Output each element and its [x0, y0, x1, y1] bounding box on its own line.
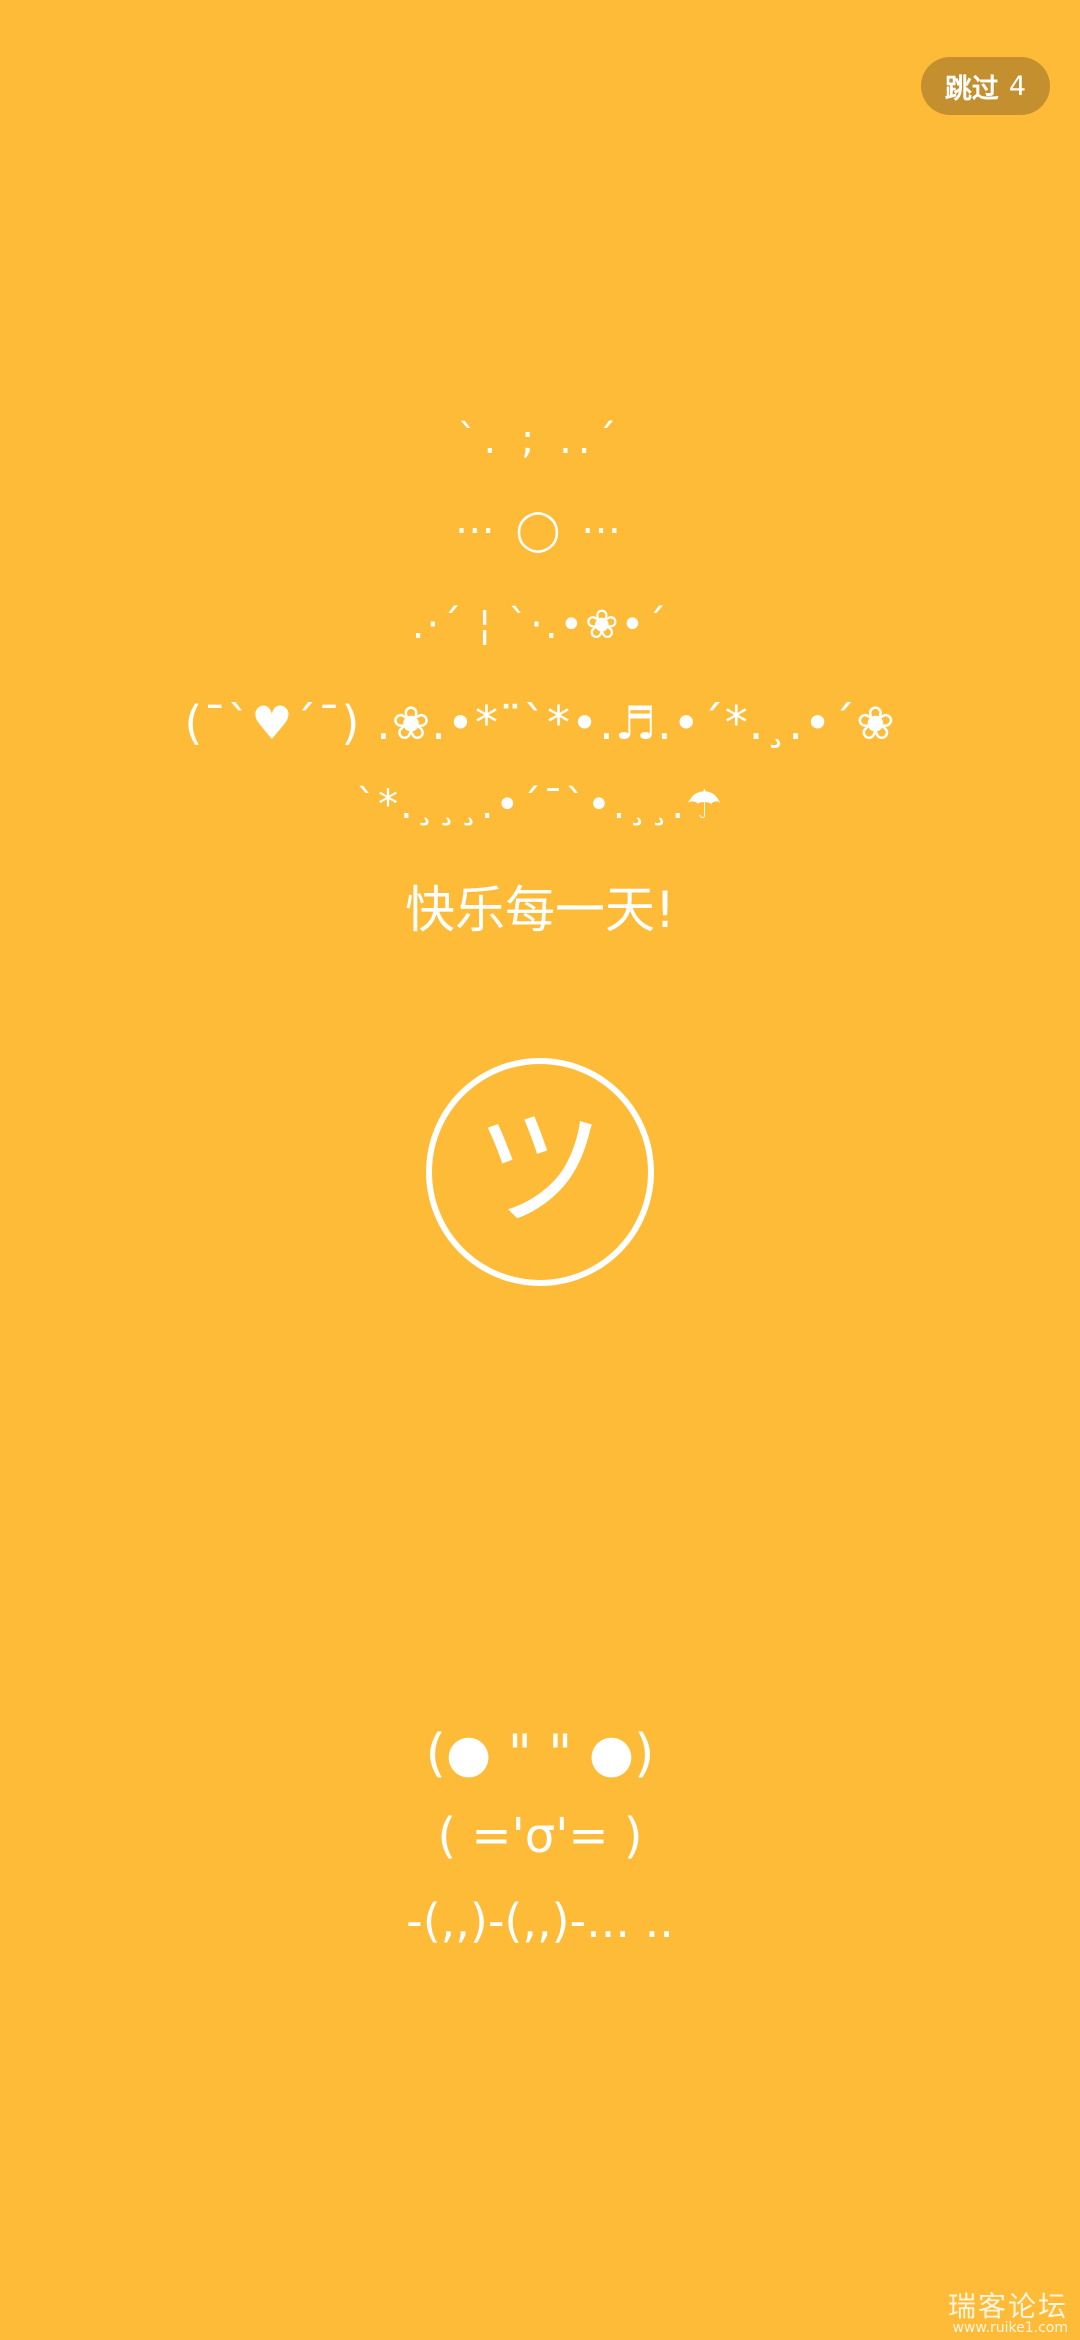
splash-screen: 跳过 4 `. ; ..´ ⋯ ◯ ⋯ .·´ ¦ `·.•❀•´ (¯`♥´¯…: [0, 0, 1080, 2340]
art-line-heart: (¯`♥´¯) .❀.•*¨`*•.♬.•´*.¸.•´❀: [184, 696, 896, 750]
smiley-icon: ツ: [426, 1058, 654, 1286]
kaomoji-line-paws: -(,,)-(,,)-... ..: [406, 1894, 674, 1948]
watermark: 瑞客论坛 www.ruike1.com: [948, 2292, 1068, 2336]
watermark-name: 瑞客论坛: [947, 2289, 1068, 2323]
skip-label: 跳过: [944, 73, 999, 105]
art-line-umbrella: `*.¸¸¸.•´¯`•.¸¸.☂: [356, 782, 724, 828]
skip-countdown: 4: [1008, 70, 1026, 102]
skip-button[interactable]: 跳过 4: [920, 57, 1050, 115]
smiley-glyph: ツ: [474, 1093, 605, 1245]
kaomoji-line-eyes: (● " " ●): [425, 1724, 655, 1784]
tagline: 快乐每一天!: [404, 881, 676, 939]
watermark-url: www.ruike1.com: [952, 2320, 1068, 2337]
kaomoji-line-face: ( ='σ'= ): [437, 1808, 643, 1864]
art-line-sparkle: .·´ ¦ `·.•❀•´: [411, 602, 669, 648]
art-line-rays: `. ; ..´: [457, 417, 623, 463]
art-line-sun: ⋯ ◯ ⋯: [454, 507, 626, 553]
